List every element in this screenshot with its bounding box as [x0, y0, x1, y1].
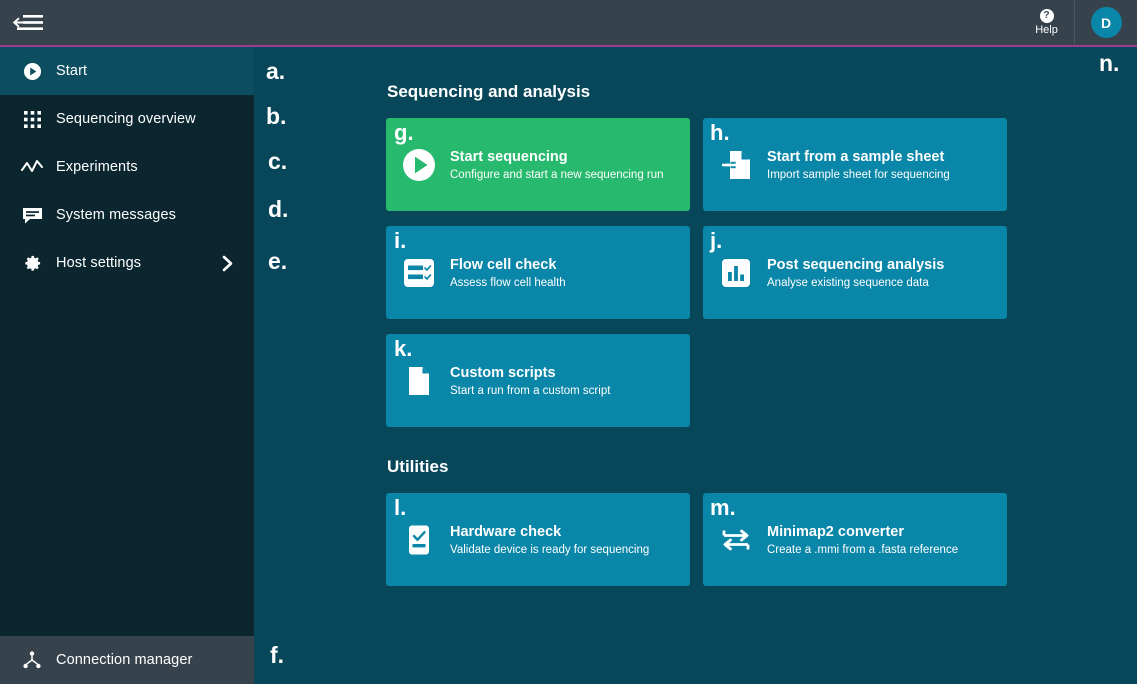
card-custom-scripts[interactable]: Custom scripts Start a run from a custom… [386, 334, 690, 427]
card-subtitle: Assess flow cell health [450, 276, 566, 289]
card-hardware-check[interactable]: Hardware check Validate device is ready … [386, 493, 690, 586]
device-check-icon [400, 521, 438, 559]
help-label: Help [1035, 24, 1058, 36]
gear-icon [16, 254, 48, 273]
sidebar-item-label: Experiments [56, 159, 138, 175]
sidebar-item-start[interactable]: Start [0, 47, 254, 95]
question-mark-icon: ? [1039, 9, 1054, 23]
card-title: Flow cell check [450, 256, 557, 273]
swap-arrows-icon [717, 521, 755, 559]
card-text: Start from a sample sheet Import sample … [767, 149, 950, 181]
card-minimap2-converter[interactable]: Minimap2 converter Create a .mmi from a … [703, 493, 1007, 586]
card-post-sequencing-analysis[interactable]: Post sequencing analysis Analyse existin… [703, 226, 1007, 319]
card-subtitle: Import sample sheet for sequencing [767, 168, 950, 181]
card-text: Start sequencing Configure and start a n… [450, 149, 664, 181]
card-text: Minimap2 converter Create a .mmi from a … [767, 524, 958, 556]
avatar: D [1090, 7, 1122, 38]
card-title: Custom scripts [450, 364, 556, 381]
checklist-icon [400, 254, 438, 292]
card-text: Custom scripts Start a run from a custom… [450, 365, 610, 397]
document-import-icon [717, 146, 755, 184]
card-text: Post sequencing analysis Analyse existin… [767, 257, 944, 289]
sidebar-nav: Start Sequencing overview Experiments Sy… [0, 47, 254, 636]
card-flow-cell-check[interactable]: Flow cell check Assess flow cell health [386, 226, 690, 319]
back-menu-icon [13, 14, 43, 30]
sidebar-item-host-settings[interactable]: Host settings [0, 239, 254, 287]
card-title: Hardware check [450, 523, 562, 540]
message-icon [16, 207, 48, 224]
application-window: ? Help D Start Sequencing overview Exper… [0, 0, 1137, 684]
card-start-sequencing[interactable]: Start sequencing Configure and start a n… [386, 118, 690, 211]
card-title: Post sequencing analysis [767, 256, 945, 273]
sidebar-item-label: Start [56, 63, 88, 79]
sidebar: Start Sequencing overview Experiments Sy… [0, 47, 254, 684]
card-start-from-sample-sheet[interactable]: Start from a sample sheet Import sample … [703, 118, 1007, 211]
bar-chart-icon [717, 254, 755, 292]
grid-dots-icon [16, 110, 48, 128]
card-text: Hardware check Validate device is ready … [450, 524, 649, 556]
card-title: Minimap2 converter [767, 523, 904, 540]
card-subtitle: Create a .mmi from a .fasta reference [767, 543, 959, 556]
card-title: Start from a sample sheet [767, 148, 945, 165]
sidebar-item-label: Host settings [56, 255, 142, 271]
card-subtitle: Configure and start a new sequencing run [450, 168, 664, 181]
sidebar-item-label: System messages [56, 207, 176, 223]
card-subtitle: Analyse existing sequence data [767, 276, 929, 289]
sidebar-item-experiments[interactable]: Experiments [0, 143, 254, 191]
back-menu-button[interactable] [0, 0, 56, 45]
card-text: Flow cell check Assess flow cell health [450, 257, 566, 289]
card-subtitle: Validate device is ready for sequencing [450, 543, 650, 556]
user-avatar-button[interactable]: D [1075, 0, 1137, 45]
sidebar-item-label: Sequencing overview [56, 111, 196, 127]
line-chart-icon [16, 159, 48, 175]
chevron-right-icon [221, 255, 234, 272]
sidebar-item-connection-manager[interactable]: Connection manager [0, 636, 254, 684]
document-icon [400, 362, 438, 400]
section-heading-sequencing: Sequencing and analysis [387, 82, 591, 101]
top-header-bar: ? Help D [0, 0, 1137, 47]
play-circle-icon [400, 146, 438, 184]
play-circle-icon [16, 62, 48, 81]
connection-icon [16, 651, 48, 669]
sidebar-item-sequencing-overview[interactable]: Sequencing overview [0, 95, 254, 143]
section-heading-utilities: Utilities [387, 457, 449, 476]
card-subtitle: Start a run from a custom script [450, 384, 611, 397]
sidebar-bottom-label: Connection manager [56, 652, 193, 668]
sidebar-item-system-messages[interactable]: System messages [0, 191, 254, 239]
help-button[interactable]: ? Help [1019, 0, 1075, 45]
main-content: Sequencing and analysis Utilities Start … [254, 47, 1137, 684]
card-title: Start sequencing [450, 148, 568, 165]
